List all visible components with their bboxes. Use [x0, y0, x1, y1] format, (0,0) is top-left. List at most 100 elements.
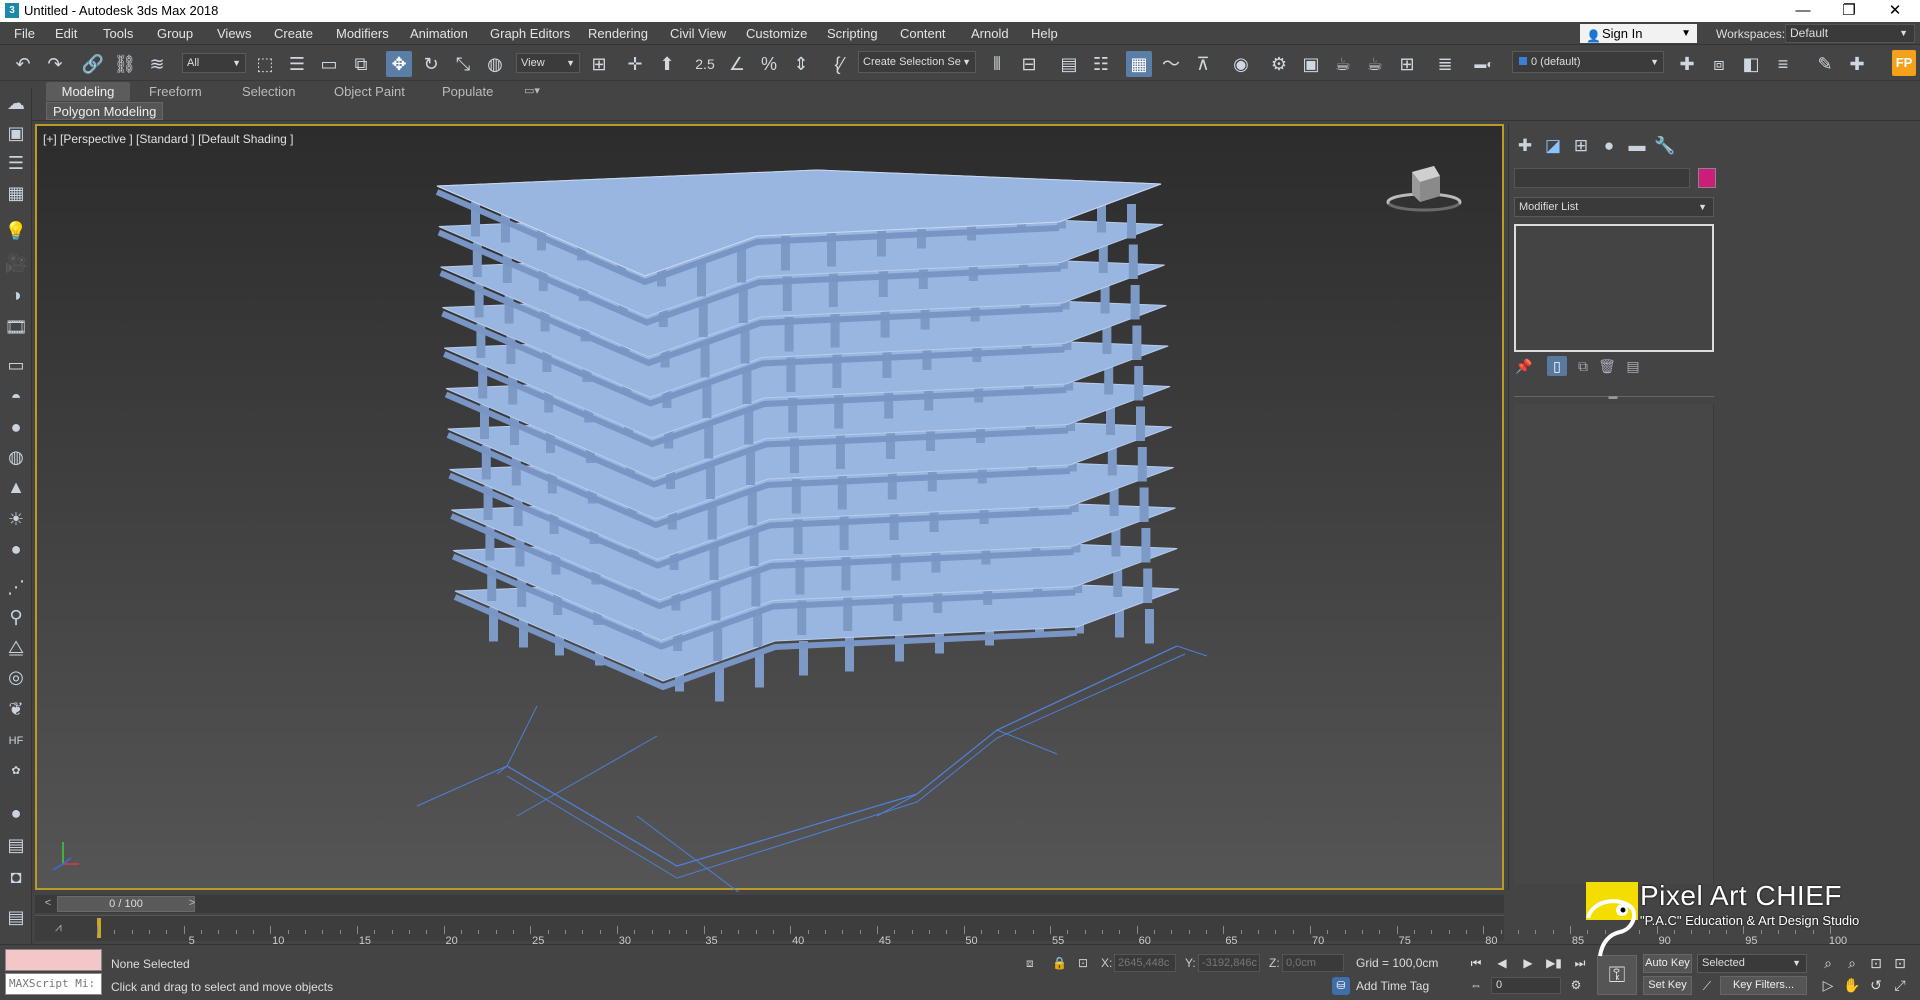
render-production-icon[interactable]: ☕: [1330, 51, 1356, 77]
select-and-scale-icon[interactable]: ⤡: [450, 51, 476, 77]
link-icon[interactable]: 🔗: [80, 51, 106, 77]
hair-fur-icon[interactable]: HF: [3, 728, 29, 754]
box-icon[interactable]: ▭: [3, 352, 29, 378]
render-icon[interactable]: ▤: [3, 832, 29, 858]
object-name-field[interactable]: [1514, 168, 1690, 188]
panel-grip-icon[interactable]: ▬: [1606, 392, 1620, 401]
zoom-all-icon[interactable]: ⌕: [1842, 953, 1862, 973]
tab-populate[interactable]: Populate: [436, 82, 499, 101]
minimize-icon[interactable]: —: [1780, 0, 1826, 22]
menu-help[interactable]: Help: [1031, 26, 1058, 41]
add-tool-icon[interactable]: ✚: [1844, 51, 1870, 77]
pivot-center-icon[interactable]: ⊞: [586, 51, 612, 77]
viewcube-icon[interactable]: [1384, 160, 1464, 220]
menu-customize[interactable]: Customize: [746, 26, 807, 41]
tab-selection[interactable]: Selection: [236, 82, 301, 101]
layer-dropdown[interactable]: 0 (default) ▼: [1512, 51, 1664, 73]
viewport-perspective[interactable]: [+] [Perspective ] [Standard ] [Default …: [35, 124, 1504, 892]
selection-filter-dropdown[interactable]: All ▼: [182, 53, 246, 73]
time-slider-thumb[interactable]: 0 / 100: [57, 896, 195, 912]
reel-icon[interactable]: 🎞: [3, 314, 29, 340]
close-icon[interactable]: ✕: [1872, 0, 1918, 22]
menu-rendering[interactable]: Rendering: [588, 26, 648, 41]
window-crossing-icon[interactable]: ⧉: [348, 51, 374, 77]
align-icon[interactable]: ⊟: [1016, 51, 1042, 77]
create-tab-icon[interactable]: ✚: [1513, 134, 1537, 158]
select-manipulate-icon[interactable]: ✛: [622, 51, 648, 77]
time-slider-prev-icon[interactable]: <: [41, 896, 55, 911]
pan-view-icon[interactable]: ✋: [1842, 975, 1862, 995]
toggle-layer-explorer-icon[interactable]: ☷: [1088, 51, 1114, 77]
go-to-end-icon[interactable]: ⏭: [1570, 953, 1590, 973]
key-mode-dropdown[interactable]: Selected ▼: [1697, 954, 1807, 973]
time-slider-next-icon[interactable]: >: [185, 896, 199, 911]
layer-list-icon[interactable]: ▦: [3, 180, 29, 206]
time-configuration-icon[interactable]: ⚙: [1566, 975, 1586, 995]
play-icon[interactable]: ▶: [1518, 953, 1538, 973]
shell-icon[interactable]: ◍: [3, 444, 29, 470]
y-coordinate-field[interactable]: -3192,846c: [1198, 954, 1260, 972]
field-of-view-icon[interactable]: ▷: [1818, 975, 1838, 995]
camera-icon[interactable]: 🎥: [3, 250, 29, 276]
time-slider[interactable]: < 0 / 100 >: [35, 895, 1504, 913]
isolate-icon[interactable]: ⧈: [1026, 956, 1034, 971]
menu-create[interactable]: Create: [274, 26, 313, 41]
set-current-layer-icon[interactable]: ≡: [1770, 51, 1796, 77]
select-object-icon[interactable]: ⬚: [252, 51, 278, 77]
spinner-snap-icon[interactable]: ⇕: [788, 51, 814, 77]
menu-tools[interactable]: Tools: [103, 26, 133, 41]
layer-manager-icon[interactable]: ≣: [1432, 51, 1458, 77]
absolute-transform-icon[interactable]: ⊡: [1078, 956, 1088, 970]
reference-coordinate-dropdown[interactable]: View ▼: [516, 53, 580, 73]
layer-visibility-icon[interactable]: ▬◐: [1464, 51, 1504, 77]
set-key-button[interactable]: Set Key: [1643, 976, 1692, 995]
hemisphere-icon[interactable]: ◓: [3, 384, 29, 410]
workspace-dropdown[interactable]: Default ▼: [1785, 24, 1915, 43]
pin-icon[interactable]: ⚲: [3, 604, 29, 630]
menu-file[interactable]: File: [14, 26, 35, 41]
paint-icon[interactable]: ◘: [3, 864, 29, 890]
globe-icon[interactable]: ◎: [3, 664, 29, 690]
menu-modifiers[interactable]: Modifiers: [336, 26, 389, 41]
select-in-layer-icon[interactable]: ◧: [1738, 51, 1764, 77]
percent-snap-icon[interactable]: %: [756, 51, 782, 77]
restore-icon[interactable]: ❐: [1826, 0, 1872, 22]
add-to-layer-icon[interactable]: ⧈: [1706, 51, 1732, 77]
time-config-icon[interactable]: ⇔: [1466, 975, 1486, 995]
z-coordinate-field[interactable]: 0,0cm: [1282, 954, 1344, 972]
maxscript-mini-listener[interactable]: MAXScript Mi:: [5, 973, 102, 995]
undo-icon[interactable]: ↶: [10, 51, 36, 77]
menu-graph-editors[interactable]: Graph Editors: [490, 26, 570, 41]
default-tangents-icon[interactable]: ⟋: [1697, 976, 1717, 996]
polygon-modeling-panel[interactable]: Polygon Modeling: [46, 102, 164, 120]
sun-icon[interactable]: ☀: [3, 506, 29, 532]
angle-snap-icon[interactable]: ∠: [724, 51, 750, 77]
key-filters-button[interactable]: Key Filters...: [1720, 976, 1807, 995]
make-unique-icon[interactable]: ⧉: [1573, 356, 1593, 376]
schematic-view-icon[interactable]: ⊼: [1190, 51, 1216, 77]
material-editor-icon[interactable]: ◉: [1228, 51, 1254, 77]
select-and-move-icon[interactable]: ✥: [386, 51, 412, 77]
floater-plugin-icon[interactable]: FP: [1892, 50, 1916, 76]
configure-modifier-sets-icon[interactable]: ▤: [1623, 356, 1643, 376]
tab-modeling[interactable]: Modeling: [46, 82, 130, 101]
track-bar[interactable]: ⩘ 5 10 15 20 25 30 35 40 45 50 55 60 65 70 75 80 85 90 95 1…: [35, 915, 1847, 947]
tab-freeform[interactable]: Freeform: [143, 82, 208, 101]
sign-in-button[interactable]: 👤 Sign In ▼: [1580, 24, 1697, 43]
curve-editor-icon[interactable]: 〜: [1158, 51, 1184, 77]
menu-scripting[interactable]: Scripting: [827, 26, 878, 41]
helpers-icon[interactable]: ◑: [3, 282, 29, 308]
current-frame-field[interactable]: 0: [1491, 977, 1561, 994]
menu-content[interactable]: Content: [900, 26, 946, 41]
maxscript-listener-output[interactable]: [5, 949, 102, 971]
zoom-icon[interactable]: ⌕: [1818, 953, 1838, 973]
edit-named-selection-icon[interactable]: {⁄: [826, 51, 852, 77]
object-color-swatch[interactable]: [1698, 168, 1716, 188]
auto-key-button[interactable]: Auto Key: [1643, 954, 1692, 973]
isolate-tool-icon[interactable]: ✎: [1812, 51, 1838, 77]
snaps-toggle-icon[interactable]: 2.5: [692, 51, 718, 77]
motion-tab-icon[interactable]: ●: [1597, 134, 1621, 158]
menu-group[interactable]: Group: [157, 26, 193, 41]
plant-icon[interactable]: ❦: [3, 696, 29, 722]
render-setup-icon[interactable]: ⚙: [1266, 51, 1292, 77]
